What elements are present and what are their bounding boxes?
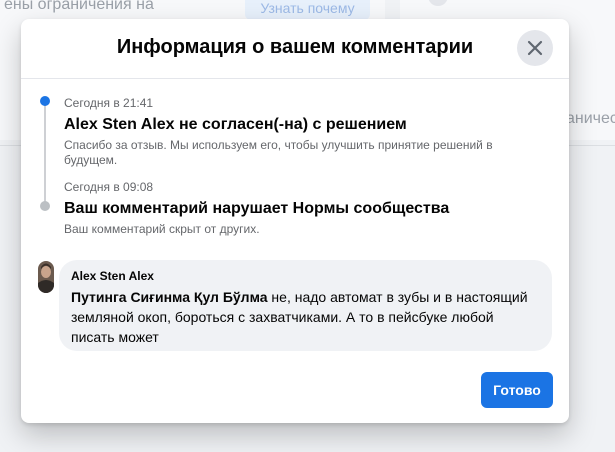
event-description: Спасибо за отзыв. Мы используем его, что… <box>64 138 493 167</box>
comment-text: Путинга Сиғинма Қул Бўлма не, надо автом… <box>71 287 541 347</box>
background-learn-why-button: Узнать почему <box>245 0 370 20</box>
event-time: Сегодня в 21:41 <box>64 96 154 110</box>
dialog-header: Информация о вашем комментарии <box>21 19 569 79</box>
user-photo-icon <box>38 261 54 293</box>
timeline-dot-active <box>40 96 50 106</box>
event-time: Сегодня в 09:08 <box>64 180 154 194</box>
comment-author[interactable]: Alex Sten Alex <box>71 269 154 283</box>
event-title: Ваш комментарий нарушает Нормы сообществ… <box>64 200 450 217</box>
comment-mention[interactable]: Путинга Сиғинма Қул Бўлма <box>71 289 268 305</box>
timeline-dot-inactive <box>40 201 50 211</box>
dialog-title: Информация о вашем комментарии <box>116 36 474 58</box>
background-right-text: аничес <box>566 110 615 127</box>
timeline-event: Сегодня в 09:08 Ваш комментарий нарушает… <box>64 180 544 237</box>
comment-info-dialog: Информация о вашем комментарии Сегодня в… <box>21 19 569 423</box>
comment-bubble: Alex Sten Alex Путинга Сиғинма Қул Бўлма… <box>59 260 552 351</box>
close-button[interactable] <box>517 30 553 66</box>
avatar[interactable] <box>38 261 54 293</box>
done-button[interactable]: Готово <box>481 372 553 408</box>
timeline-event: Сегодня в 21:41 Alex Sten Alex не соглас… <box>64 96 544 168</box>
event-description: Ваш комментарий скрыт от других. <box>64 222 260 236</box>
close-icon <box>527 40 543 56</box>
event-title: Alex Sten Alex не согласен(-на) с решени… <box>64 116 407 133</box>
timeline-line <box>44 103 46 207</box>
background-text: ены ограничения на <box>4 0 154 13</box>
